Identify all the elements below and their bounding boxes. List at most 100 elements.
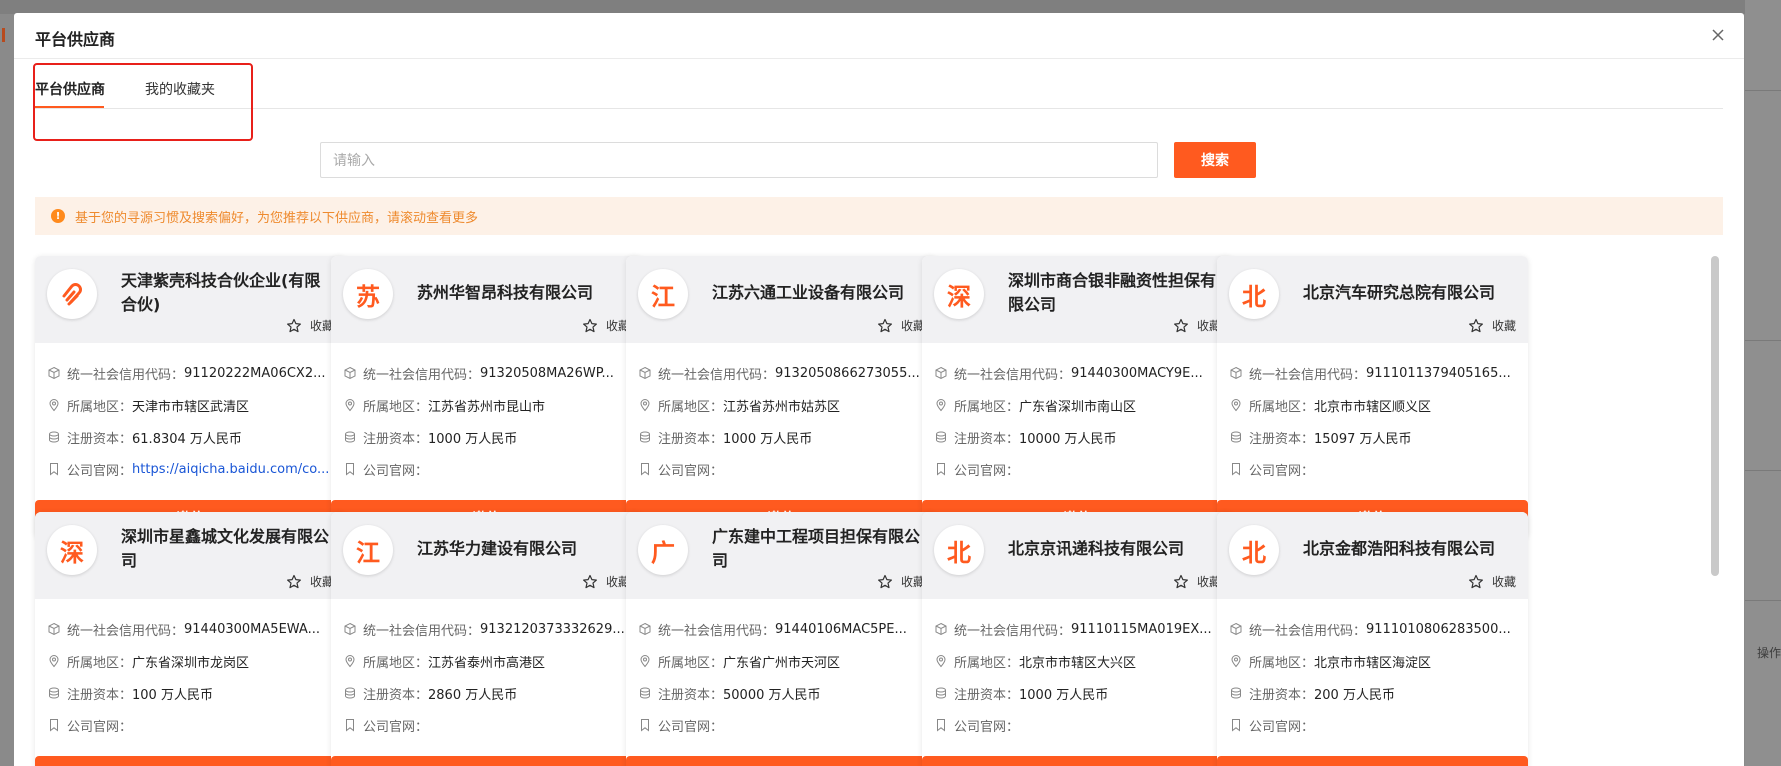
company-name: 苏州华智昂科技有限公司 bbox=[417, 283, 594, 302]
background-left-marker bbox=[2, 28, 5, 42]
location-icon bbox=[640, 655, 650, 668]
search-input[interactable] bbox=[320, 142, 1158, 178]
close-icon[interactable] bbox=[1708, 25, 1728, 45]
website-row: 公司官网： https://aiqicha.baidu.com/co... bbox=[47, 453, 334, 485]
location-icon bbox=[345, 399, 355, 412]
capital-label: 注册资本： bbox=[363, 687, 429, 703]
capital-value: 100 万人民币 bbox=[132, 687, 213, 703]
company-avatar: 广 bbox=[638, 525, 688, 575]
favorite-button[interactable]: 收藏 bbox=[1468, 573, 1516, 590]
capital-row: 注册资本： 1000 万人民币 bbox=[934, 677, 1221, 709]
invite-button[interactable]: 邀约 bbox=[922, 756, 1233, 766]
star-icon bbox=[286, 318, 301, 332]
favorite-button[interactable]: 收藏 bbox=[1173, 573, 1221, 590]
favorite-button[interactable]: 收藏 bbox=[877, 317, 925, 334]
background-divider bbox=[1745, 470, 1781, 471]
favorite-button[interactable]: 收藏 bbox=[877, 573, 925, 590]
supplier-card: 天津紫壳科技合伙企业(有限合伙) 收藏 统一社会信用代码： 91120222MA… bbox=[35, 256, 346, 538]
search-button[interactable]: 搜索 bbox=[1174, 142, 1256, 178]
region-label: 所属地区： bbox=[658, 399, 724, 415]
region-row: 所属地区： 北京市市辖区顺义区 bbox=[1229, 389, 1516, 421]
cube-icon bbox=[639, 622, 651, 636]
star-icon bbox=[582, 318, 597, 332]
favorite-button[interactable]: 收藏 bbox=[1468, 317, 1516, 334]
cube-icon bbox=[935, 366, 947, 380]
website-row: 公司官网： bbox=[638, 453, 925, 485]
company-name: 北京金都浩阳科技有限公司 bbox=[1303, 539, 1496, 558]
website-link[interactable]: https://aiqicha.baidu.com/co... bbox=[132, 462, 329, 477]
recommendation-notice: ! 基于您的寻源习惯及搜索偏好，为您推荐以下供应商，请滚动查看更多 bbox=[35, 197, 1723, 235]
capital-row: 注册资本： 1000 万人民币 bbox=[638, 421, 925, 453]
location-icon bbox=[640, 399, 650, 412]
region-row: 所属地区： 江苏省泰州市高港区 bbox=[343, 645, 630, 677]
credit-code-label: 统一社会信用代码： bbox=[658, 367, 776, 383]
favorite-button[interactable]: 收藏 bbox=[286, 317, 334, 334]
coins-icon bbox=[345, 431, 355, 443]
invite-button[interactable]: 邀约 bbox=[626, 756, 937, 766]
favorite-label: 收藏 bbox=[1491, 575, 1516, 589]
favorite-button[interactable]: 收藏 bbox=[1173, 317, 1221, 334]
bookmark-icon bbox=[346, 719, 354, 732]
cube-icon bbox=[344, 366, 356, 380]
region-row: 所属地区： 天津市市辖区武清区 bbox=[47, 389, 334, 421]
credit-code-row: 统一社会信用代码： 9132050866273055... bbox=[638, 357, 925, 389]
favorite-button[interactable]: 收藏 bbox=[582, 573, 630, 590]
invite-button[interactable]: 邀约 bbox=[35, 756, 346, 766]
capital-value: 200 万人民币 bbox=[1314, 687, 1395, 703]
location-icon bbox=[936, 399, 946, 412]
card-header: 广 广东建中工程项目担保有限公司 收藏 bbox=[626, 512, 937, 599]
website-row: 公司官网： bbox=[934, 709, 1221, 741]
favorite-button[interactable]: 收藏 bbox=[286, 573, 334, 590]
supplier-card: 广 广东建中工程项目担保有限公司 收藏 统一社会信用代码： 91440106MA… bbox=[626, 512, 937, 766]
coins-icon bbox=[640, 687, 650, 699]
company-avatar: 江 bbox=[343, 525, 393, 575]
card-body: 统一社会信用代码： 91110115MA019EX... 所属地区： 北京市市辖… bbox=[922, 599, 1233, 746]
card-header: 北 北京京讯递科技有限公司 收藏 bbox=[922, 512, 1233, 599]
credit-code-row: 统一社会信用代码： 91440300MA5EWA... bbox=[47, 613, 334, 645]
favorite-button[interactable]: 收藏 bbox=[582, 317, 630, 334]
scrollbar-thumb[interactable] bbox=[1711, 256, 1719, 576]
capital-label: 注册资本： bbox=[363, 431, 429, 447]
website-label: 公司官网： bbox=[1249, 463, 1315, 479]
invite-button[interactable]: 邀约 bbox=[331, 756, 642, 766]
bookmark-icon bbox=[641, 463, 649, 476]
website-label: 公司官网： bbox=[67, 719, 133, 735]
cube-icon bbox=[935, 622, 947, 636]
credit-code-row: 统一社会信用代码： 9111011379405165... bbox=[1229, 357, 1516, 389]
supplier-card: 北 北京汽车研究总院有限公司 收藏 统一社会信用代码： 911101137940… bbox=[1217, 256, 1528, 538]
company-avatar: 北 bbox=[1229, 525, 1279, 575]
card-header: 深 深圳市商合银非融资性担保有限公司 收藏 bbox=[922, 256, 1233, 343]
website-label: 公司官网： bbox=[954, 719, 1020, 735]
credit-code-value: 91440300MACY9E... bbox=[1071, 365, 1203, 381]
coins-icon bbox=[640, 431, 650, 443]
credit-code-value: 91320508MA26WP... bbox=[480, 365, 614, 381]
website-label: 公司官网： bbox=[363, 463, 429, 479]
cube-icon bbox=[48, 366, 60, 380]
company-name: 天津紫壳科技合伙企业(有限合伙) bbox=[121, 271, 321, 314]
modal-header: 平台供应商 bbox=[14, 13, 1744, 59]
invite-button[interactable]: 邀约 bbox=[1217, 756, 1528, 766]
company-avatar: 北 bbox=[934, 525, 984, 575]
exclamation-icon: ! bbox=[51, 209, 65, 223]
credit-code-label: 统一社会信用代码： bbox=[67, 623, 185, 639]
coins-icon bbox=[1231, 431, 1241, 443]
credit-code-row: 统一社会信用代码： 91440300MACY9E... bbox=[934, 357, 1221, 389]
card-header: 深 深圳市星鑫城文化发展有限公司 收藏 bbox=[35, 512, 346, 599]
region-label: 所属地区： bbox=[658, 655, 724, 671]
credit-code-label: 统一社会信用代码： bbox=[67, 367, 185, 383]
capital-row: 注册资本： 100 万人民币 bbox=[47, 677, 334, 709]
credit-code-label: 统一社会信用代码： bbox=[363, 367, 481, 383]
supplier-card: 江 江苏六通工业设备有限公司 收藏 统一社会信用代码： 913205086627… bbox=[626, 256, 937, 538]
bookmark-icon bbox=[937, 719, 945, 732]
card-header: 江 江苏华力建设有限公司 收藏 bbox=[331, 512, 642, 599]
company-avatar: 北 bbox=[1229, 269, 1279, 319]
capital-row: 注册资本： 50000 万人民币 bbox=[638, 677, 925, 709]
card-header: 苏 苏州华智昂科技有限公司 收藏 bbox=[331, 256, 642, 343]
region-label: 所属地区： bbox=[363, 399, 429, 415]
region-value: 广东省深圳市龙岗区 bbox=[132, 655, 250, 671]
region-value: 江苏省苏州市姑苏区 bbox=[723, 399, 841, 415]
credit-code-value: 91440300MA5EWA... bbox=[184, 621, 320, 637]
card-body: 统一社会信用代码： 9111010806283500... 所属地区： 北京市市… bbox=[1217, 599, 1528, 746]
location-icon bbox=[345, 655, 355, 668]
credit-code-row: 统一社会信用代码： 9132120373332629... bbox=[343, 613, 630, 645]
